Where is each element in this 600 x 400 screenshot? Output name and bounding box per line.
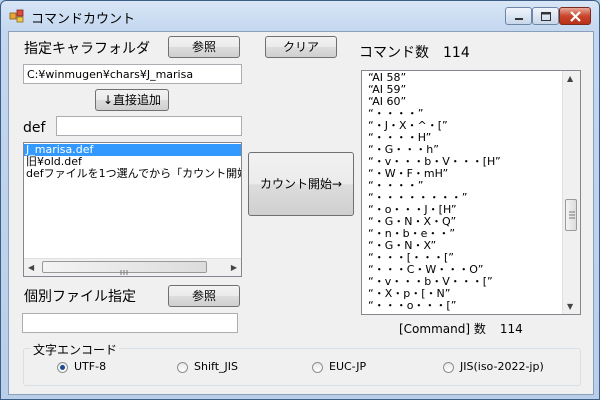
def-list-item[interactable]: defファイルを1つ選んでから「カウント開始」ボタ [24, 168, 241, 180]
individual-file-input[interactable] [22, 313, 238, 333]
scroll-left-icon[interactable]: ◀ [28, 263, 34, 272]
close-icon [570, 11, 581, 22]
command-count-label: コマンド数 114 [359, 45, 470, 61]
minimize-icon [515, 18, 523, 20]
count-start-button[interactable]: カウント開始→ [248, 152, 354, 216]
command-list-vscrollbar[interactable]: ▲ ▼ [562, 71, 580, 314]
title-bar[interactable]: コマンドカウント [1, 1, 599, 31]
folder-path-input[interactable] [23, 64, 242, 84]
encoding-option[interactable]: JIS(iso-2022-jp) [443, 360, 544, 373]
scroll-down-icon[interactable]: ▼ [567, 302, 573, 311]
direct-add-button[interactable]: ↓直接追加 [95, 89, 169, 111]
encoding-option-label: Shift_JIS [194, 360, 238, 373]
grip-icon [120, 270, 128, 275]
encoding-option[interactable]: UTF-8 [57, 360, 106, 373]
command-list[interactable]: “AI 58” “AI 59” “AI 60” “・・・・” “・J・X・^・[” “・・… [361, 70, 581, 315]
encoding-option[interactable]: EUC-JP [312, 360, 366, 373]
radio-button[interactable] [312, 361, 323, 373]
folder-label: 指定キャラフォルダ [24, 41, 150, 57]
def-list[interactable]: J_marisa.def 旧¥old.def defファイルを1つ選んでから「カウン… [23, 142, 242, 277]
bracket-count-label: [Command] 数 114 [399, 322, 523, 336]
app-icon [9, 9, 24, 23]
def-input[interactable] [56, 116, 242, 136]
hscroll-thumb[interactable] [42, 261, 207, 275]
maximize-button[interactable] [532, 7, 559, 25]
window-title: コマンドカウント [31, 12, 136, 27]
scroll-up-icon[interactable]: ▲ [567, 74, 573, 83]
command-list-item[interactable]: “・・・o・・・[” [362, 300, 580, 312]
radio-button[interactable] [57, 361, 68, 373]
vscroll-thumb[interactable] [565, 199, 577, 231]
command-count-value: 114 [443, 45, 470, 61]
individual-file-label: 個別ファイル指定 [24, 289, 136, 305]
maximize-icon [541, 12, 551, 21]
main-window: コマンドカウント 指定キャラフォルダ 参照 クリア コマンド数114 ↓直接追加… [0, 0, 600, 400]
radio-button[interactable] [443, 361, 454, 373]
folder-browse-button[interactable]: 参照 [168, 36, 240, 58]
encoding-option-label: JIS(iso-2022-jp) [460, 360, 544, 373]
def-label: def [23, 120, 46, 136]
bracket-count-value: 114 [499, 322, 523, 336]
def-list-hscrollbar[interactable]: ◀ ▶ [24, 258, 241, 276]
encoding-option-label: EUC-JP [329, 360, 367, 373]
encoding-option[interactable]: Shift_JIS [177, 360, 238, 373]
minimize-button[interactable] [505, 7, 532, 25]
clear-button[interactable]: クリア [265, 36, 337, 58]
radio-button[interactable] [177, 361, 188, 373]
client-area: 指定キャラフォルダ 参照 クリア コマンド数114 ↓直接追加 def J_ma… [8, 31, 594, 395]
individual-browse-button[interactable]: 参照 [168, 285, 240, 307]
encoding-legend: 文字エンコード [31, 341, 120, 358]
close-button[interactable] [559, 7, 591, 25]
scroll-right-icon[interactable]: ▶ [231, 263, 237, 272]
encoding-option-label: UTF-8 [74, 360, 107, 373]
grip-icon [569, 211, 575, 219]
